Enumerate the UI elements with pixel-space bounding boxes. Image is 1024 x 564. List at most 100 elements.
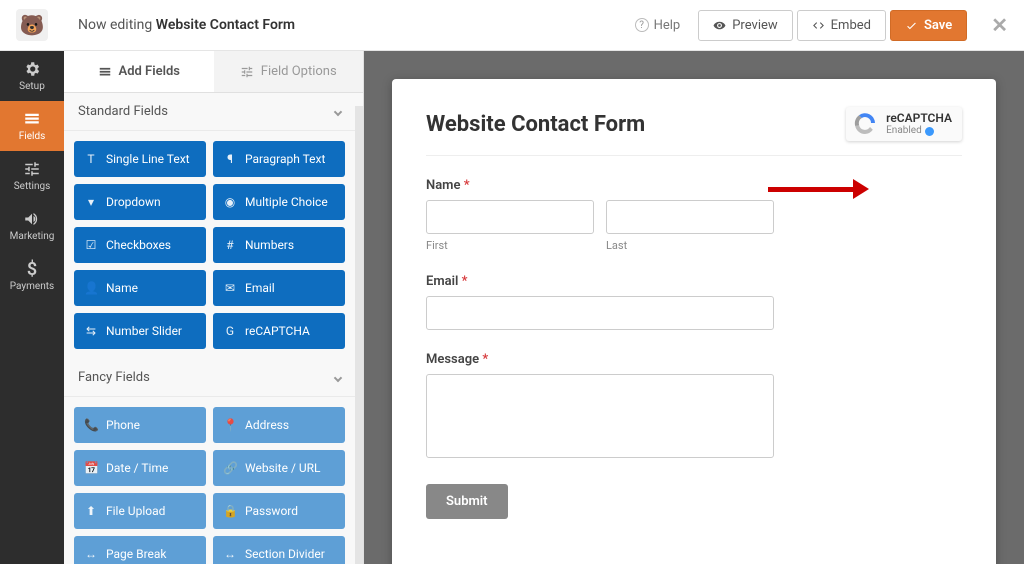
- recaptcha-badge[interactable]: reCAPTCHA Enabled: [846, 107, 962, 141]
- tab-field-options-label: Field Options: [261, 64, 337, 79]
- rail-label: Marketing: [10, 231, 55, 242]
- field-type-phone[interactable]: 📞 Phone: [74, 407, 206, 443]
- field-label: Phone: [106, 418, 140, 432]
- tab-add-fields[interactable]: Add Fields: [64, 51, 214, 92]
- left-rail: Setup Fields Settings Marketing $ Payments: [0, 51, 64, 564]
- save-button[interactable]: Save: [890, 10, 967, 41]
- field-icon: ¶: [223, 152, 237, 166]
- fancy-fields-label: Fancy Fields: [78, 370, 150, 385]
- rail-item-payments[interactable]: $ Payments: [0, 251, 64, 301]
- submit-button[interactable]: Submit: [426, 484, 508, 519]
- dollar-icon: $: [23, 260, 41, 278]
- field-label: Website / URL: [245, 461, 321, 475]
- field-options-icon: [240, 65, 254, 79]
- fancy-fields-grid: 📞 Phone 📍 Address 📅 Date / Time 🔗Website / URL…: [64, 397, 355, 564]
- form-title: Website Contact Form: [426, 112, 645, 137]
- rail-label: Payments: [10, 281, 54, 292]
- add-fields-icon: [98, 65, 112, 79]
- check-badge-icon: [925, 127, 934, 136]
- message-label: Message: [426, 352, 479, 367]
- standard-fields-grid: TSingle Line Text¶Paragraph Text▾Dropdow…: [64, 131, 355, 359]
- fancy-fields-header[interactable]: Fancy Fields: [64, 359, 355, 397]
- field-icon: ↔: [223, 547, 237, 561]
- name-label: Name: [426, 178, 460, 193]
- panel-body[interactable]: Standard Fields TSingle Line Text¶Paragr…: [64, 93, 363, 564]
- field-type-password[interactable]: 🔒Password: [213, 493, 345, 529]
- field-type-checkboxes[interactable]: ☑Checkboxes: [74, 227, 206, 263]
- chevron-down-icon: [334, 374, 342, 382]
- field-type-name[interactable]: 👤Name: [74, 270, 206, 306]
- rail-item-marketing[interactable]: Marketing: [0, 201, 64, 251]
- rail-item-settings[interactable]: Settings: [0, 151, 64, 201]
- save-label: Save: [924, 18, 952, 33]
- field-label: File Upload: [106, 504, 165, 518]
- field-icon: 📅: [84, 461, 98, 475]
- field-icon: #: [223, 238, 237, 252]
- field-label: Password: [245, 504, 298, 518]
- field-type-page-break[interactable]: ↔Page Break: [74, 536, 206, 564]
- chevron-down-icon: [334, 108, 342, 116]
- field-label: Address: [245, 418, 289, 432]
- field-type-paragraph-text[interactable]: ¶Paragraph Text: [213, 141, 345, 177]
- required-mark: *: [462, 274, 468, 289]
- list-icon: [23, 110, 41, 128]
- rail-label: Settings: [14, 181, 51, 192]
- field-type-section-divider[interactable]: ↔ Section Divider: [213, 536, 345, 564]
- field-type-number-slider[interactable]: ⇆Number Slider: [74, 313, 206, 349]
- field-type-file-upload[interactable]: ⬆File Upload: [74, 493, 206, 529]
- recaptcha-icon: [852, 111, 878, 137]
- field-icon: T: [84, 152, 98, 166]
- field-icon: G: [223, 324, 237, 338]
- recaptcha-title: reCAPTCHA: [886, 111, 952, 125]
- rail-item-setup[interactable]: Setup: [0, 51, 64, 101]
- message-textarea[interactable]: [426, 374, 774, 458]
- eye-icon: [713, 19, 726, 32]
- first-name-input[interactable]: [426, 200, 594, 234]
- required-mark: *: [464, 178, 470, 193]
- field-label: Date / Time: [106, 461, 168, 475]
- rail-label: Setup: [19, 81, 45, 92]
- field-label: reCAPTCHA: [245, 324, 310, 338]
- recaptcha-status: Enabled: [886, 125, 922, 137]
- field-type-recaptcha[interactable]: GreCAPTCHA: [213, 313, 345, 349]
- field-email: Email *: [426, 274, 962, 330]
- preview-button[interactable]: Preview: [698, 10, 792, 41]
- standard-fields-label: Standard Fields: [78, 104, 168, 119]
- now-editing: Now editing Website Contact Form: [78, 17, 295, 33]
- field-type-dropdown[interactable]: ▾Dropdown: [74, 184, 206, 220]
- field-icon: 📍: [223, 418, 237, 432]
- tab-field-options[interactable]: Field Options: [214, 51, 364, 92]
- field-label: Dropdown: [106, 195, 161, 209]
- field-type-multiple-choice[interactable]: ◉Multiple Choice: [213, 184, 345, 220]
- field-icon: ✉: [223, 281, 237, 295]
- field-name: Name * First Last: [426, 178, 962, 252]
- code-icon: [812, 19, 825, 32]
- email-label: Email: [426, 274, 458, 289]
- field-label: Page Break: [106, 547, 167, 561]
- canvas-area: Website Contact Form reCAPTCHA Enabled N…: [364, 51, 1024, 564]
- rail-label: Fields: [19, 131, 46, 142]
- editing-form-name: Website Contact Form: [156, 17, 295, 33]
- standard-fields-header[interactable]: Standard Fields: [64, 93, 355, 131]
- field-label: Numbers: [245, 238, 294, 252]
- help-link[interactable]: ? Help: [635, 18, 681, 33]
- field-type-address[interactable]: 📍 Address: [213, 407, 345, 443]
- canvas-header: Website Contact Form reCAPTCHA Enabled: [426, 107, 962, 156]
- field-label: Section Divider: [245, 547, 325, 561]
- field-type-date-time[interactable]: 📅 Date / Time: [74, 450, 206, 486]
- email-input[interactable]: [426, 296, 774, 330]
- field-type-numbers[interactable]: # Numbers: [213, 227, 345, 263]
- close-button[interactable]: ✕: [991, 13, 1008, 37]
- sliders-icon: [23, 160, 41, 178]
- field-type-website-url[interactable]: 🔗Website / URL: [213, 450, 345, 486]
- field-type-single-line-text[interactable]: TSingle Line Text: [74, 141, 206, 177]
- embed-button[interactable]: Embed: [797, 10, 886, 41]
- panel-tabs: Add Fields Field Options: [64, 51, 363, 93]
- field-label: Name: [106, 281, 138, 295]
- first-sublabel: First: [426, 239, 594, 252]
- field-icon: 📞: [84, 418, 98, 432]
- rail-item-fields[interactable]: Fields: [0, 101, 64, 151]
- field-type-email[interactable]: ✉Email: [213, 270, 345, 306]
- last-name-input[interactable]: [606, 200, 774, 234]
- topbar: 🐻 Now editing Website Contact Form ? Hel…: [0, 0, 1024, 51]
